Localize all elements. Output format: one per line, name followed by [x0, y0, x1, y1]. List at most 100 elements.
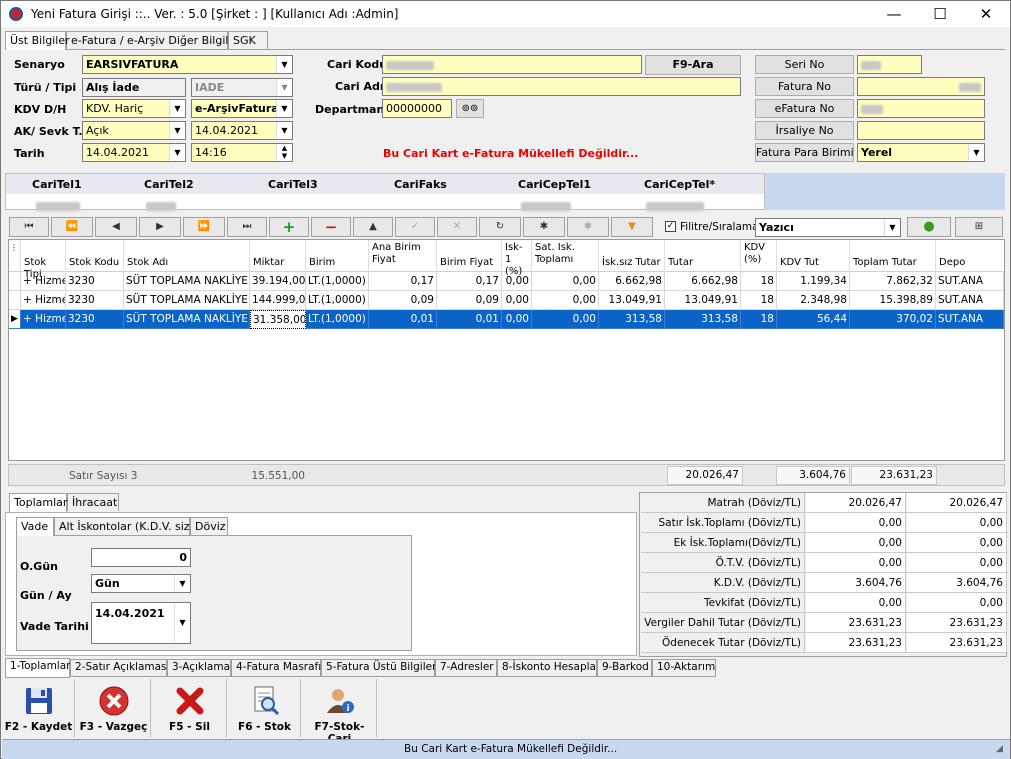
col-kdv-pct[interactable]: KDV (%) [741, 240, 777, 272]
departman-field[interactable]: 00000000 [382, 99, 452, 118]
cell-tutar[interactable]: 6.662,98 [665, 272, 741, 291]
spinner-icon[interactable]: ▲ ▼ [276, 144, 292, 161]
nav-next-icon[interactable]: ▶ [139, 217, 181, 237]
tab-10-aktarim[interactable]: 10-Aktarım [652, 659, 716, 677]
efatura-no-field[interactable] [857, 99, 985, 118]
printer-select[interactable]: Yazıcı ▼ [755, 218, 901, 237]
tab-3-aciklama[interactable]: 3-Açıklama [167, 659, 231, 677]
tab-ihracaat[interactable]: İhracaat [67, 493, 119, 511]
col-stok-kodu[interactable]: Stok Kodu [66, 240, 124, 272]
tab-sgk[interactable]: SGK [228, 31, 268, 49]
tab-7-adresler[interactable]: 7-Adresler [435, 659, 497, 677]
col-stok-tipi[interactable]: Stok Tipi [21, 240, 66, 280]
nav-last-icon[interactable]: ⏭ [227, 217, 267, 237]
kaydet-button[interactable]: F2 - Kaydet [3, 679, 75, 737]
binoculars-icon[interactable]: ⊚⊚ [456, 99, 484, 118]
sevk-date-field[interactable]: 14.04.2021 ▼ [191, 121, 293, 140]
chevron-down-icon[interactable]: ▼ [276, 79, 292, 96]
resize-grip-icon[interactable]: ◢ [996, 744, 1008, 756]
cell-stok-kodu[interactable]: 3230 [66, 310, 124, 329]
refresh-icon[interactable]: ↻ [479, 217, 521, 237]
tab-vade[interactable]: Vade [16, 517, 54, 536]
col-isk1[interactable]: Isk-1 (%) [502, 240, 532, 277]
tab-ust-bilgiler[interactable]: Üst Bilgiler [5, 31, 70, 50]
cell-kdv-tut[interactable]: 56,44 [777, 310, 850, 329]
post-icon[interactable]: ✓ [395, 217, 435, 237]
table-row[interactable]: + Hizmet 3230 SÜT TOPLAMA NAKLİYE E 39.1… [9, 272, 1004, 291]
cell-birim-fiyat[interactable]: 0,09 [437, 291, 502, 310]
cell-birim-fiyat[interactable]: 0,01 [437, 310, 502, 329]
chevron-down-icon[interactable]: ▼ [276, 56, 292, 73]
confirm-icon[interactable]: ● [907, 217, 951, 237]
chevron-down-icon[interactable]: ▼ [169, 122, 185, 139]
cell-tutar[interactable]: 13.049,91 [665, 291, 741, 310]
chevron-down-icon[interactable]: ▼ [169, 144, 185, 161]
vade-tarihi-field[interactable]: 14.04.2021 ▼ [91, 602, 191, 644]
cell-sat-isk[interactable]: 0,00 [532, 291, 599, 310]
cell-toplam-tutar[interactable]: 15.398,89 [850, 291, 936, 310]
cell-sat-isk[interactable]: 0,00 [532, 272, 599, 291]
filter-checkbox[interactable]: ✓ [665, 221, 676, 232]
cell-kdv-tut[interactable]: 2.348,98 [777, 291, 850, 310]
close-button[interactable]: ✕ [963, 1, 1009, 27]
cell-stok-adi[interactable]: SÜT TOPLAMA NAKLİYE E [124, 272, 250, 291]
asterisk-off-icon[interactable]: ✱ [567, 217, 609, 237]
maximize-button[interactable]: ☐ [917, 1, 963, 27]
delete-row-icon[interactable]: − [311, 217, 351, 237]
tip-select[interactable]: IADE ▼ [191, 78, 293, 97]
cell-isk1[interactable]: 0,00 [502, 310, 532, 329]
tur-field[interactable]: Alış İade [82, 78, 186, 97]
nav-prev-icon[interactable]: ◀ [95, 217, 137, 237]
cell-ana-birim-fiyat[interactable]: 0,01 [369, 310, 437, 329]
tab-toplamlar[interactable]: Toplamlar [9, 493, 67, 512]
stok-cari-button[interactable]: i F7-Stok-Cari [303, 679, 377, 745]
tab-9-barkod[interactable]: 9-Barkod [597, 659, 652, 677]
cell-ana-birim-fiyat[interactable]: 0,09 [369, 291, 437, 310]
nav-first-icon[interactable]: ⏮ [9, 217, 49, 237]
chevron-down-icon[interactable]: ▼ [968, 144, 984, 161]
irsaliye-no-field[interactable] [857, 121, 985, 140]
cell-birim[interactable]: LT.(1,0000) [306, 291, 369, 310]
add-row-icon[interactable]: + [269, 217, 309, 237]
saat-field[interactable]: 14:16 ▲ ▼ [191, 143, 293, 162]
cell-stok-adi[interactable]: SÜT TOPLAMA NAKLİYE E [124, 310, 250, 329]
tab-doviz[interactable]: Döviz [190, 517, 228, 535]
cell-kdv-tut[interactable]: 1.199,34 [777, 272, 850, 291]
table-row[interactable]: + Hizmet 3230 SÜT TOPLAMA NAKLİYE E 144.… [9, 291, 1004, 310]
cell-tutar[interactable]: 313,58 [665, 310, 741, 329]
gunay-select[interactable]: Gün ▼ [91, 574, 191, 593]
cell-toplam-tutar[interactable]: 370,02 [850, 310, 936, 329]
tarih-field[interactable]: 14.04.2021 ▼ [82, 143, 186, 162]
col-birim-fiyat[interactable]: Birim Fiyat [437, 240, 502, 272]
efatura-type-select[interactable]: e-ArşivFatura ▼ [191, 99, 293, 118]
cell-stok-tipi[interactable]: + Hizmet [21, 291, 66, 310]
cell-kdv-pct[interactable]: 18 [741, 291, 777, 310]
asterisk-icon[interactable]: ✱ [523, 217, 565, 237]
tab-2-satir-aciklamasi[interactable]: 2-Satır Açıklaması [70, 659, 169, 677]
chevron-down-icon[interactable]: ▼ [169, 100, 185, 117]
cell-stok-tipi[interactable]: + Hizmet [21, 272, 66, 291]
col-isksiz-tutar[interactable]: İsk.sız Tutar [599, 240, 665, 272]
grid-menu-icon[interactable]: ⋮ [9, 240, 21, 272]
col-sat-isk[interactable]: Sat. Isk. Toplamı [532, 240, 599, 272]
col-stok-adi[interactable]: Stok Adı [124, 240, 250, 272]
cell-sat-isk[interactable]: 0,00 [532, 310, 599, 329]
ogun-field[interactable]: 0 [91, 548, 191, 567]
nav-prev-page-icon[interactable]: ⏪ [51, 217, 93, 237]
nav-next-page-icon[interactable]: ⏩ [183, 217, 225, 237]
cell-isksiz-tutar[interactable]: 6.662,98 [599, 272, 665, 291]
col-miktar[interactable]: Miktar [250, 240, 306, 272]
cell-isksiz-tutar[interactable]: 313,58 [599, 310, 665, 329]
tab-1-toplamlar[interactable]: 1-Toplamlar [5, 658, 70, 678]
cell-depo[interactable]: SUT.ANA [936, 272, 1004, 291]
ak-select[interactable]: Açık ▼ [82, 121, 186, 140]
cell-isk1[interactable]: 0,00 [502, 272, 532, 291]
tab-4-fatura-masrafi[interactable]: 4-Fatura Masrafı [231, 659, 321, 677]
chevron-down-icon[interactable]: ▼ [276, 122, 292, 139]
cell-stok-tipi[interactable]: + Hizmet [21, 310, 66, 329]
cell-miktar-editing[interactable]: 31.358,00 [250, 310, 306, 329]
filter-icon[interactable]: ▼ [611, 217, 653, 237]
sil-button[interactable]: F5 - Sil [153, 679, 227, 737]
cell-miktar[interactable]: 144.999,00 [250, 291, 306, 310]
tab-alt-iskontolar[interactable]: Alt İskontolar (K.D.V. siz) [54, 517, 194, 535]
